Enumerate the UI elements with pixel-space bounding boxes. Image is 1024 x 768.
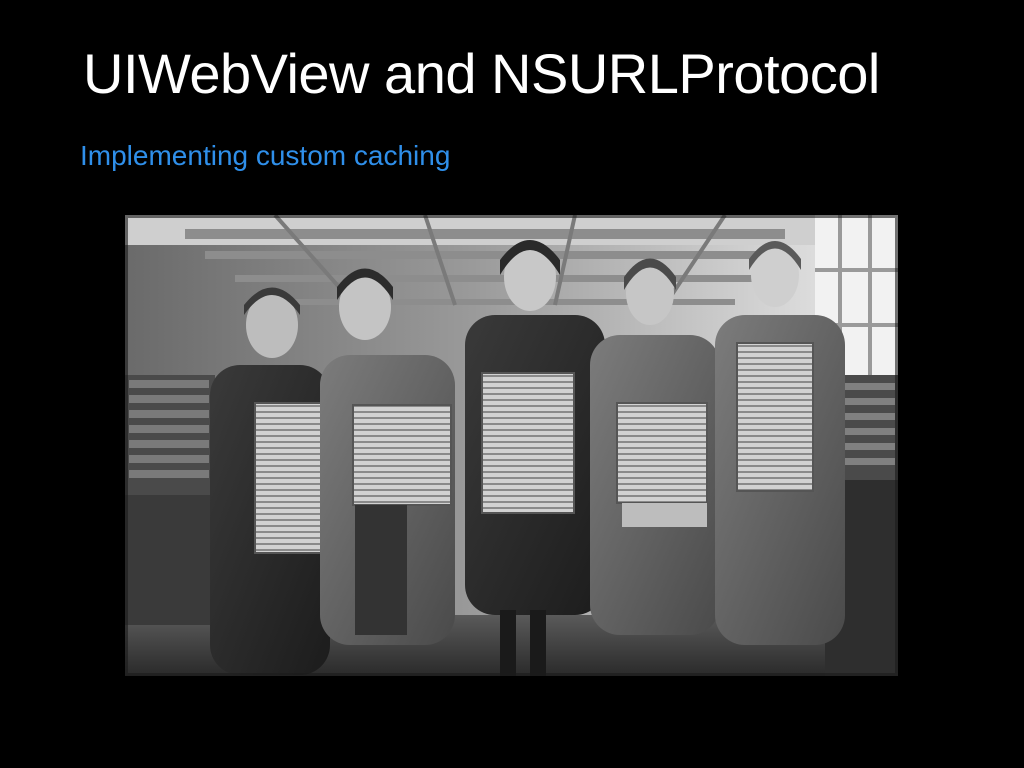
slide-subtitle: Implementing custom caching xyxy=(80,140,451,171)
slide-title: UIWebView and NSURLProtocol xyxy=(83,42,880,105)
vintage-photo xyxy=(125,215,898,676)
